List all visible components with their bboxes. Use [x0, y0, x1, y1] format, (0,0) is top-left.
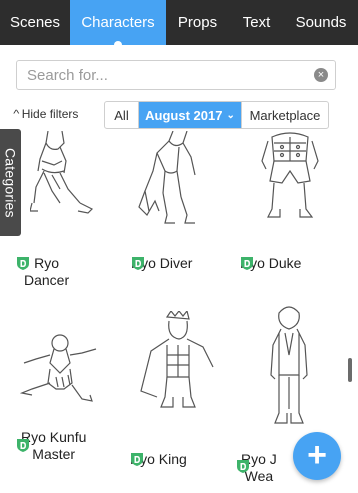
filter-all-button[interactable]: All	[105, 102, 139, 128]
categories-tab[interactable]: Categories	[0, 129, 21, 236]
add-button[interactable]: +	[293, 432, 341, 480]
character-label: Ryo Duke	[240, 255, 301, 272]
caret-up-icon: ^	[13, 108, 20, 120]
character-card-ryo-king[interactable]: Ryo King	[115, 309, 225, 493]
tab-characters[interactable]: Characters	[70, 0, 166, 45]
character-label: Ryo J Wea	[236, 451, 277, 485]
character-figure-king	[140, 311, 214, 408]
tab-sounds[interactable]: Sounds	[284, 0, 358, 45]
character-figure-dancer	[30, 131, 94, 214]
character-name-line2: Master	[32, 446, 76, 462]
character-label: Ryo Dancer	[16, 255, 69, 289]
filter-august-2017-label: August 2017	[145, 107, 223, 123]
tab-text[interactable]: Text	[229, 0, 284, 45]
shield-d-icon	[237, 460, 249, 473]
character-figure-duke	[261, 132, 319, 218]
clear-search-icon[interactable]: ×	[314, 68, 328, 82]
hide-filters-toggle[interactable]: ^ Hide filters	[13, 107, 79, 121]
filter-marketplace-button[interactable]: Marketplace	[242, 102, 328, 128]
chevron-down-icon: ⌄	[226, 109, 235, 121]
shield-d-icon	[241, 257, 253, 270]
search-box: ×	[16, 60, 336, 90]
character-grid: Ryo Dancer Ryo Diver Ryo Duke Ryo Kunfu …	[0, 131, 344, 493]
character-card-ryo-diver[interactable]: Ryo Diver	[115, 131, 225, 291]
character-figure-diver	[138, 131, 196, 224]
character-name-line1: Ryo	[34, 255, 60, 271]
character-card-ryo-duke[interactable]: Ryo Duke	[225, 131, 335, 291]
character-name-line2: Dancer	[24, 272, 70, 288]
top-nav: Scenes Characters Props Text Sounds	[0, 0, 358, 45]
character-label: Ryo Kunfu Master	[16, 429, 86, 463]
shield-d-icon	[131, 453, 143, 466]
search-input[interactable]	[17, 61, 335, 89]
hide-filters-label: Hide filters	[21, 107, 79, 121]
scrollbar-thumb[interactable]	[348, 358, 352, 382]
character-label: Ryo Diver	[131, 255, 192, 272]
filter-august-2017-button[interactable]: August 2017 ⌄	[139, 102, 242, 128]
shield-d-icon	[132, 257, 144, 270]
character-label: Ryo King	[130, 451, 187, 468]
filter-group: All August 2017 ⌄ Marketplace	[104, 101, 329, 129]
character-figure-wear	[270, 306, 308, 424]
tab-props[interactable]: Props	[166, 0, 229, 45]
plus-icon: +	[307, 436, 327, 474]
shield-d-icon	[17, 439, 29, 452]
shield-d-icon	[17, 257, 29, 270]
tab-scenes[interactable]: Scenes	[0, 0, 70, 45]
character-name-line1: Ryo Kunfu	[21, 429, 87, 445]
character-figure-kungfu	[20, 334, 97, 402]
categories-label: Categories	[2, 147, 19, 218]
character-card-ryo-kunfu-master[interactable]: Ryo Kunfu Master	[0, 309, 110, 493]
